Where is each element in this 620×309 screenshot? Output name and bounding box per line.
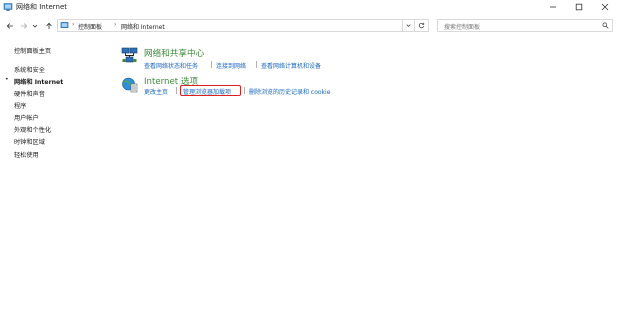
- link-divider: [244, 87, 245, 94]
- window-title: 网络和 Internet: [16, 3, 68, 11]
- up-arrow-icon: [45, 22, 52, 29]
- current-item-marker-icon: •: [5, 76, 9, 83]
- link-divider: [211, 61, 212, 68]
- sidebar-item-ease-of-access[interactable]: 轻松使用: [14, 150, 39, 159]
- breadcrumb-separator-icon: ›: [114, 21, 117, 28]
- minimize-button[interactable]: [540, 0, 566, 14]
- view-network-status-link[interactable]: 查看网络状态和任务: [144, 61, 198, 70]
- forward-button[interactable]: [18, 20, 29, 31]
- control-panel-icon: [3, 3, 13, 11]
- address-dropdown-button[interactable]: [403, 19, 415, 32]
- sidebar-item-clock-region[interactable]: 时钟和区域: [14, 137, 45, 146]
- sidebar-item-appearance[interactable]: 外观和个性化: [14, 125, 51, 134]
- title-bar: 网络和 Internet: [0, 0, 620, 16]
- search-icon: [602, 22, 609, 29]
- breadcrumb-separator-icon: ›: [72, 21, 75, 28]
- address-toolbar: › 控制面板 › 网络和 Internet 搜索控制面板: [0, 16, 620, 36]
- network-sharing-icon: [121, 47, 138, 63]
- network-sharing-center-title[interactable]: 网络和共享中心: [144, 47, 204, 59]
- address-input[interactable]: › 控制面板 › 网络和 Internet: [57, 19, 403, 32]
- maximize-icon: [575, 3, 583, 11]
- manage-browser-addons-link[interactable]: 管理浏览器加载项: [183, 87, 231, 96]
- link-divider: [176, 87, 177, 94]
- chevron-down-icon: [406, 24, 411, 27]
- search-input[interactable]: 搜索控制面板: [437, 19, 613, 32]
- control-panel-icon: [60, 22, 69, 28]
- close-button[interactable]: [592, 0, 618, 14]
- back-arrow-icon: [6, 22, 13, 29]
- connect-to-network-link[interactable]: 连接到网络: [216, 61, 246, 70]
- link-divider: [256, 61, 257, 68]
- refresh-icon: [418, 22, 425, 29]
- sidebar-item-user-accounts[interactable]: 用户帐户: [14, 113, 39, 122]
- back-button[interactable]: [4, 20, 15, 31]
- up-button[interactable]: [43, 20, 54, 31]
- chevron-down-icon: [32, 24, 38, 28]
- breadcrumb-control-panel[interactable]: 控制面板: [78, 22, 102, 31]
- sidebar-item-hardware-sound[interactable]: 硬件和声音: [14, 89, 45, 98]
- maximize-button[interactable]: [566, 0, 592, 14]
- sidebar-item-control-panel-home[interactable]: 控制面板主页: [14, 46, 51, 55]
- sidebar-item-network-internet[interactable]: 网络和 Internet: [14, 77, 63, 86]
- forward-arrow-icon: [20, 22, 27, 29]
- view-network-computers-link[interactable]: 查看网络计算机和设备: [261, 61, 321, 70]
- minimize-icon: [550, 6, 556, 8]
- sidebar-item-system-security[interactable]: 系统和安全: [14, 65, 45, 74]
- internet-options-icon: [122, 77, 138, 93]
- refresh-button[interactable]: [415, 19, 429, 32]
- delete-browsing-history-link[interactable]: 删除浏览的历史记录和 cookie: [249, 87, 330, 96]
- recent-locations-button[interactable]: [31, 20, 39, 31]
- search-placeholder: 搜索控制面板: [444, 24, 481, 31]
- close-icon: [601, 3, 609, 11]
- breadcrumb-network-internet[interactable]: 网络和 Internet: [121, 22, 165, 31]
- sidebar-item-programs[interactable]: 程序: [14, 101, 26, 110]
- change-homepage-link[interactable]: 更改主页: [144, 87, 168, 96]
